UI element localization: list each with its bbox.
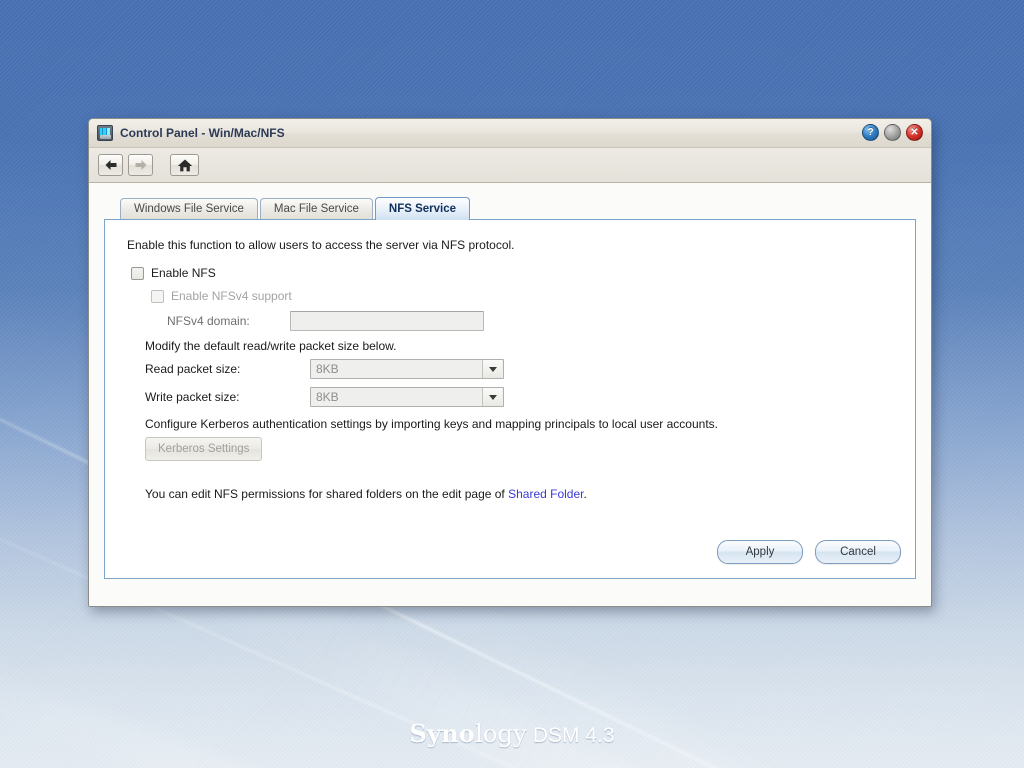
home-button[interactable] [170,154,199,176]
read-packet-size-row: Read packet size: 8KB [145,359,895,379]
nfsv4-domain-row: NFSv4 domain: [145,311,895,331]
kerberos-settings-label: Kerberos Settings [158,443,250,455]
read-packet-size-label: Read packet size: [145,362,241,376]
tab-label: Windows File Service [134,203,244,215]
tab-windows-file-service[interactable]: Windows File Service [120,198,258,219]
brand-name-bold: Syno [409,719,475,748]
window-body: Windows File Service Mac File Service NF… [89,183,931,606]
help-button[interactable]: ? [862,124,879,141]
kerberos-settings-button[interactable]: Kerberos Settings [145,437,263,461]
minimize-icon [885,125,900,140]
nfsv4-domain-input[interactable] [290,311,484,331]
window-titlebar[interactable]: Control Panel - Win/Mac/NFS ? ✕ [89,119,931,148]
shared-folder-link[interactable]: Shared Folder [508,487,583,501]
tab-bar: Windows File Service Mac File Service NF… [104,197,916,220]
window-title: Control Panel - Win/Mac/NFS [120,126,285,140]
close-button[interactable]: ✕ [906,124,923,141]
chevron-down-icon [482,360,502,378]
enable-nfsv4-row: Enable NFSv4 support [151,289,895,303]
brand-name-rest: logy [474,720,527,748]
home-icon [177,159,192,171]
panel-description: Enable this function to allow users to a… [127,238,515,252]
control-panel-icon [97,125,113,141]
nfs-service-panel: Enable this function to allow users to a… [104,219,916,579]
panel-footer-buttons: Apply Cancel [717,540,901,564]
cancel-button[interactable]: Cancel [815,540,901,564]
cancel-label: Cancel [840,546,876,558]
brand-version: DSM 4.3 [532,724,615,747]
read-packet-size-select[interactable]: 8KB [310,359,504,379]
window-toolbar [89,148,931,183]
synology-branding: Synology DSM 4.3 [0,719,1024,748]
close-icon: ✕ [910,127,919,138]
permissions-note-period: . [583,487,587,501]
enable-nfsv4-label: Enable NFSv4 support [171,289,292,303]
back-arrow-icon [105,160,116,170]
tab-mac-file-service[interactable]: Mac File Service [259,198,373,219]
forward-arrow-icon [135,160,146,170]
apply-label: Apply [745,546,775,558]
read-packet-size-value: 8KB [316,362,339,376]
wallpaper-streak [0,640,1024,768]
enable-nfsv4-checkbox [151,289,164,303]
nfsv4-domain-label: NFSv4 domain: [167,314,250,328]
permissions-note-text: You can edit NFS permissions for shared … [145,487,509,501]
write-packet-size-row: Write packet size: 8KB [145,387,895,407]
permissions-note: You can edit NFS permissions for shared … [145,487,895,501]
apply-button[interactable]: Apply [717,540,803,564]
desktop: Control Panel - Win/Mac/NFS ? ✕ Windows … [0,0,1024,768]
enable-nfs-label: Enable NFS [151,266,216,280]
write-packet-size-label: Write packet size: [145,390,240,404]
enable-nfs-row[interactable]: Enable NFS [131,266,895,280]
help-icon: ? [867,127,874,138]
forward-button[interactable] [128,154,153,176]
control-panel-window: Control Panel - Win/Mac/NFS ? ✕ Windows … [88,118,932,607]
write-packet-size-select[interactable]: 8KB [310,387,504,407]
tab-nfs-service[interactable]: NFS Service [374,197,471,220]
chevron-down-icon [482,388,502,406]
minimize-button[interactable] [884,124,901,141]
packet-size-note: Modify the default read/write packet siz… [145,339,397,353]
window-controls: ? ✕ [862,124,923,141]
tab-label: Mac File Service [273,203,359,215]
back-button[interactable] [98,154,123,176]
tab-label: NFS Service [388,203,457,215]
kerberos-note: Configure Kerberos authentication settin… [145,417,718,431]
enable-nfs-checkbox[interactable] [131,266,144,280]
write-packet-size-value: 8KB [316,390,339,404]
brand-name: Synology [409,719,527,748]
